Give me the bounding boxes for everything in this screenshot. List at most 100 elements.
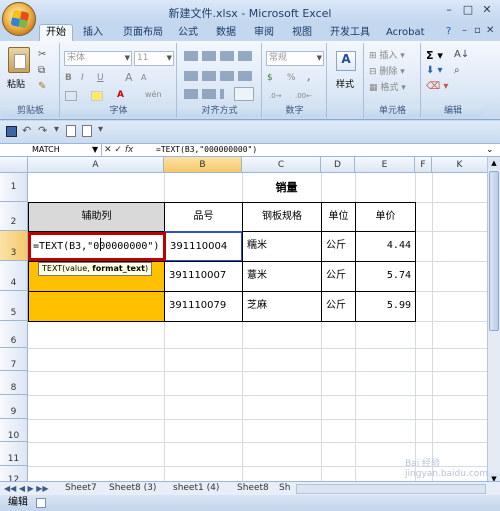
font-name-select[interactable]: 宋体 ▼ (64, 51, 132, 66)
decrease-decimal-icon[interactable]: .00← (295, 89, 312, 103)
row-header-7[interactable]: 7 (0, 348, 28, 371)
column-header-k[interactable]: K (432, 157, 487, 173)
ribbon-close-icon[interactable]: ✕ (486, 25, 494, 36)
column-header-f[interactable]: F (415, 157, 432, 173)
bold-button[interactable]: B (65, 71, 72, 85)
name-box[interactable]: MATCH (2, 144, 102, 156)
clear-icon[interactable]: ⌫ ▾ (426, 81, 448, 92)
italic-button[interactable]: I (81, 71, 84, 85)
select-all-corner[interactable] (0, 157, 28, 173)
minimize-icon[interactable]: – (440, 3, 458, 17)
macro-record-icon[interactable] (36, 498, 46, 508)
save-icon[interactable] (6, 126, 17, 137)
header-unit[interactable]: 单位 (321, 202, 356, 232)
scroll-up-icon[interactable]: ▲ (488, 157, 500, 169)
row-header-12[interactable]: 12 (0, 466, 28, 481)
helper-cell-a5[interactable] (28, 291, 165, 322)
qat-more-icon[interactable]: ▾ (54, 124, 59, 135)
row-header-8[interactable]: 8 (0, 371, 28, 395)
sheet-tab[interactable]: Sh (276, 482, 293, 495)
vertical-align-icons[interactable] (184, 51, 256, 61)
unit-cell-d4[interactable]: 公斤 (321, 261, 356, 292)
column-header-a[interactable]: A (28, 157, 164, 173)
number-format-select[interactable]: 常规 ▼ (266, 51, 324, 66)
tab-insert[interactable]: 插入 (77, 26, 109, 41)
sheet-nav-icons[interactable]: ◀◀ ◀ ▶ ▶▶ (4, 482, 49, 495)
price-cell-e4[interactable]: 5.74 (355, 261, 416, 292)
unit-cell-d5[interactable]: 公斤 (321, 291, 356, 322)
border-icon[interactable] (65, 91, 77, 101)
currency-icon[interactable]: $ (267, 71, 273, 85)
maximize-icon[interactable]: □ (459, 3, 477, 17)
row-header-10[interactable]: 10 (0, 419, 28, 442)
copy-icon[interactable]: ⧉ (38, 65, 45, 76)
row-header-9[interactable]: 9 (0, 395, 28, 419)
row-header-4[interactable]: 4 (0, 261, 28, 291)
tab-formulas[interactable]: 公式 (172, 26, 204, 41)
column-header-e[interactable]: E (355, 157, 415, 173)
close-icon[interactable]: ✕ (478, 3, 496, 17)
row-header-1[interactable]: 1 (0, 173, 28, 202)
tab-acrobat[interactable]: Acrobat (380, 26, 431, 41)
undo-icon[interactable]: ↶ (22, 124, 31, 137)
tab-view[interactable]: 视图 (286, 26, 318, 41)
tab-review[interactable]: 审阅 (248, 26, 280, 41)
tab-developer[interactable]: 开发工具 (324, 26, 376, 41)
increase-decimal-icon[interactable]: .0→ (269, 89, 282, 103)
tab-home[interactable]: 开始 (39, 24, 73, 41)
worksheet-grid[interactable]: A B C D E F K 1 2 3 4 5 6 7 8 9 10 11 12… (0, 157, 487, 481)
merge-center-icon[interactable] (234, 87, 254, 101)
code-cell-b4[interactable]: 391110007 (164, 261, 243, 292)
office-button[interactable] (2, 2, 36, 36)
formula-cancel-icon[interactable]: ✕ (104, 145, 112, 155)
header-price[interactable]: 单价 (355, 202, 416, 232)
cut-icon[interactable]: ✂ (38, 49, 46, 60)
horizontal-scrollbar[interactable] (296, 484, 486, 494)
format-cells-button[interactable]: ▦ 格式 ▾ (369, 81, 406, 95)
ribbon-min-icon[interactable]: – (462, 25, 467, 36)
find-select-icon[interactable]: ⌕ (454, 65, 460, 76)
scroll-thumb[interactable] (489, 171, 499, 331)
sheet-tab[interactable]: Sheet8 (3) (106, 482, 159, 495)
vertical-scrollbar[interactable]: ▲ ▼ (487, 157, 500, 487)
tab-data[interactable]: 数据 (210, 26, 242, 41)
sheet-tab[interactable]: Sheet8 (234, 482, 272, 495)
formula-input[interactable]: =TEXT(B3,"000000000") (156, 144, 257, 156)
insert-cells-button[interactable]: ⊞ 插入 ▾ (369, 49, 405, 63)
price-cell-e3[interactable]: 4.44 (355, 231, 416, 262)
styles-icon[interactable]: A (336, 51, 356, 71)
delete-cells-button[interactable]: ⊟ 删除 ▾ (369, 65, 405, 79)
sort-filter-icon[interactable]: A↓ (454, 49, 469, 60)
sheet-tab[interactable]: Sheet7 (62, 482, 100, 495)
column-header-b[interactable]: B (164, 157, 242, 173)
horizontal-align-icons[interactable] (184, 71, 256, 81)
redo-icon[interactable]: ↷ (38, 124, 47, 137)
font-shrink-button[interactable]: A (141, 71, 146, 85)
name-box-dropdown-icon[interactable]: ▼ (92, 144, 98, 156)
percent-button[interactable]: % (287, 71, 296, 85)
autosum-icon[interactable]: Σ ▾ (426, 49, 443, 62)
comma-button[interactable]: , (307, 71, 310, 85)
row-header-6[interactable]: 6 (0, 321, 28, 348)
font-color-button[interactable]: A (117, 88, 124, 102)
column-header-c[interactable]: C (242, 157, 321, 173)
column-header-d[interactable]: D (321, 157, 355, 173)
sheet-tab[interactable]: sheet1 (4) (170, 482, 222, 495)
customize-qat-icon[interactable]: ▾ (98, 124, 103, 135)
tab-page-layout[interactable]: 页面布局 (117, 26, 169, 41)
underline-button[interactable]: U (97, 71, 104, 85)
formula-expand-icon[interactable]: ⌄ (486, 144, 494, 156)
header-spec[interactable]: 钢板规格 (242, 202, 322, 232)
row-header-3[interactable]: 3 (0, 231, 28, 261)
price-cell-e5[interactable]: 5.99 (355, 291, 416, 322)
ribbon-restore-icon[interactable]: ▫ (474, 25, 481, 36)
header-code[interactable]: 品号 (164, 202, 243, 232)
formula-enter-icon[interactable]: ✓ (114, 145, 122, 155)
fill-color-icon[interactable] (91, 91, 103, 101)
spec-cell-c3[interactable]: 糯米 (242, 231, 322, 262)
font-grow-button[interactable]: A (125, 71, 133, 85)
styles-button[interactable]: 样式 (336, 77, 354, 90)
indent-icons[interactable] (184, 89, 224, 99)
row-header-11[interactable]: 11 (0, 442, 28, 466)
font-size-select[interactable]: 11 ▼ (134, 51, 174, 66)
